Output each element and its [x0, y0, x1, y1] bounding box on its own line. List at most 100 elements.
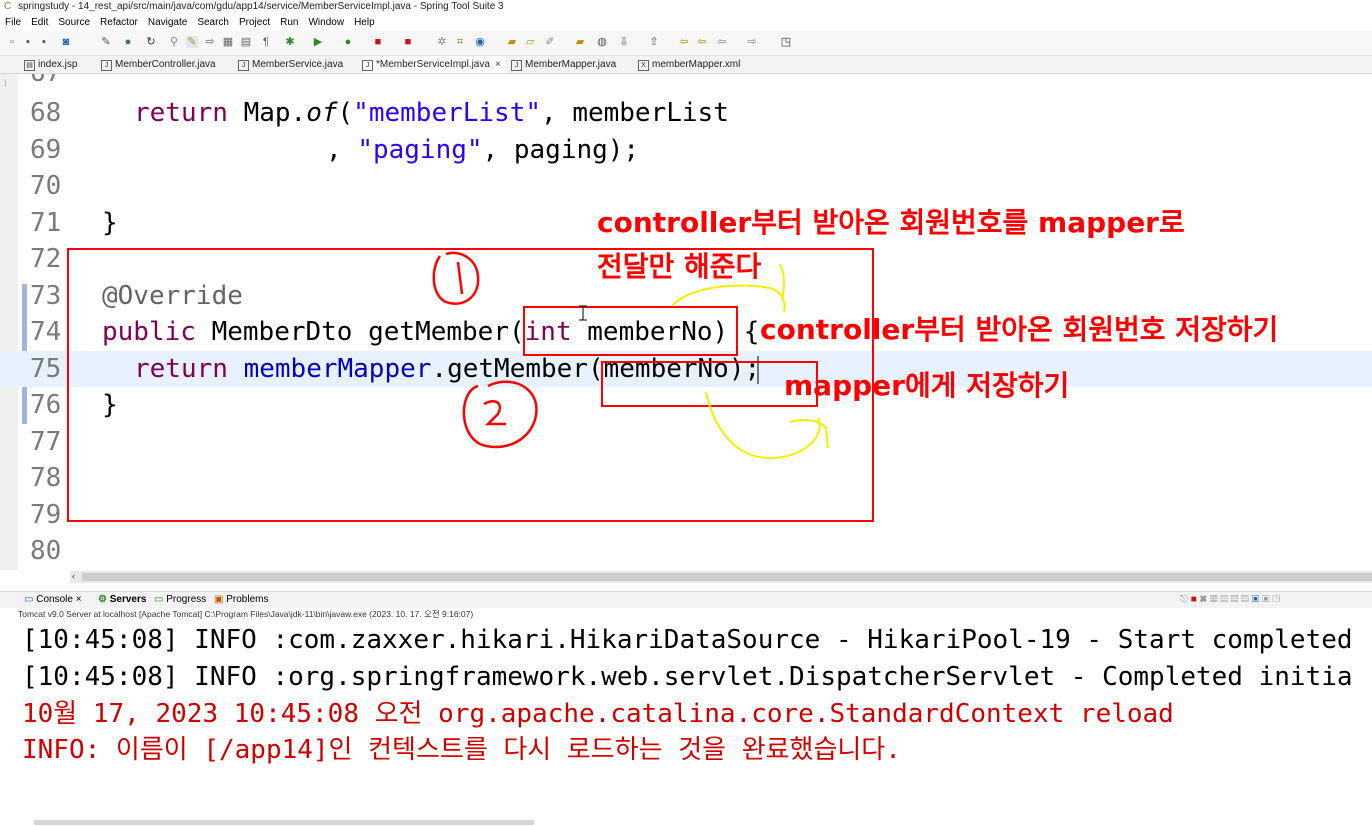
menu-search[interactable]: Search: [192, 14, 234, 31]
java-file-icon: J: [101, 60, 112, 71]
back-arrow-icon[interactable]: ⇦: [716, 36, 728, 48]
line-number: 74: [30, 317, 62, 347]
console-line: [10:45:08] INFO :com.zaxxer.hikari.Hikar…: [22, 625, 1353, 655]
stop-icon[interactable]: ■: [372, 36, 384, 48]
debug-icon[interactable]: ●: [122, 36, 134, 48]
menu-file[interactable]: File: [0, 14, 26, 31]
menu-help[interactable]: Help: [349, 14, 380, 31]
close-icon[interactable]: ×: [76, 594, 82, 605]
block-select-icon[interactable]: ▦: [222, 36, 234, 48]
previous-edit-icon[interactable]: ⇧: [648, 36, 660, 48]
open-folder-icon[interactable]: ▰: [506, 36, 518, 48]
remove-launch-icon[interactable]: ⎋: [1180, 594, 1188, 605]
editor-tab-bar: ▤ index.jsp J MemberController.java J Membe…: [0, 56, 1372, 74]
menu-project[interactable]: Project: [234, 14, 275, 31]
scroll-left-icon[interactable]: ‹: [72, 571, 75, 581]
line-number: 73: [30, 281, 62, 311]
save-icon[interactable]: ▪: [22, 36, 34, 48]
run-external-icon[interactable]: ●: [342, 36, 354, 48]
code-line-68[interactable]: return Map.of("memberList", memberList: [134, 95, 729, 131]
tab-member-controller[interactable]: J MemberController.java: [101, 56, 216, 73]
java-file-icon: J: [238, 60, 249, 71]
servers-icon: ⚙: [98, 594, 107, 605]
line-number: 72: [30, 244, 62, 274]
window-title-bar: Cspringstudy - 14_rest_api/src/main/java…: [0, 0, 1372, 14]
open-file-icon[interactable]: ▱: [524, 36, 536, 48]
menu-navigate[interactable]: Navigate: [143, 14, 192, 31]
tab-progress[interactable]: ▭ Progress: [154, 592, 206, 608]
last-edit-icon[interactable]: ⇦: [678, 36, 690, 48]
remove-all-icon[interactable]: ✖: [1200, 594, 1208, 605]
bug-icon[interactable]: ✱: [284, 36, 296, 48]
spring-tool-suite-icon: C: [4, 1, 12, 12]
tab-member-mapper-xml[interactable]: XmemberMapper.xml: [638, 56, 740, 73]
java-file-icon: J: [362, 60, 373, 71]
new-icon[interactable]: ▫: [6, 36, 18, 48]
next-annotation-icon[interactable]: ⇨: [204, 36, 216, 48]
jsp-file-icon: ▤: [24, 60, 35, 71]
tab-member-mapper[interactable]: J MemberMapper.java: [511, 56, 616, 73]
next-edit-icon[interactable]: ⇩: [618, 36, 630, 48]
refresh-icon[interactable]: ↻: [145, 36, 157, 48]
window-title: springstudy - 14_rest_api/src/main/java/…: [18, 1, 504, 12]
toggle-mark-icon[interactable]: ✎: [100, 36, 112, 48]
menu-edit[interactable]: Edit: [26, 14, 53, 31]
globe-icon[interactable]: ◍: [596, 36, 608, 48]
deploy-icon[interactable]: ■: [402, 36, 414, 48]
forward-arrow-icon[interactable]: ⇨: [746, 36, 758, 48]
pin-icon[interactable]: ⚲: [168, 36, 180, 48]
editor-horizontal-scrollbar[interactable]: ‹: [70, 571, 1372, 583]
line-number: 76: [30, 390, 62, 420]
console-icon: ▭: [24, 594, 34, 605]
ruler-marker-icon: ⁞: [4, 78, 7, 88]
tab-member-service[interactable]: J MemberService.java: [238, 56, 343, 73]
code-line-71[interactable]: }: [102, 205, 118, 241]
save-all-icon[interactable]: ▪: [38, 36, 50, 48]
line-number: 68: [30, 98, 62, 128]
open-console-icon[interactable]: ▣: [1262, 594, 1270, 605]
tab-problems[interactable]: ▣ Problems: [214, 592, 268, 608]
menu-window[interactable]: Window: [303, 14, 349, 31]
annotation-note-mapper-pass: controller부터 받아온 회원번호를 mapper로: [597, 206, 1185, 239]
console-tab-bar: ▭ Console × ⚙ Servers ▭ Progress ▣ Probl…: [0, 591, 1372, 608]
code-line-69[interactable]: , "paging", paging);: [326, 132, 639, 168]
maximize-icon[interactable]: ◳: [780, 36, 792, 48]
minimize-icon[interactable]: ◳: [1272, 594, 1280, 605]
run-icon[interactable]: ▶: [312, 36, 324, 48]
pilcrow-icon[interactable]: ¶: [260, 36, 272, 48]
console-line: INFO: 이름이 [/app14]인 컨텍스트를 다시 로드하는 것을 완료했…: [22, 735, 901, 765]
clear-console-icon[interactable]: ▦: [1210, 594, 1218, 605]
display-console-icon[interactable]: ▣: [1252, 594, 1260, 605]
console-scrollbar[interactable]: [34, 820, 534, 825]
tab-member-service-impl[interactable]: J *MemberServiceImpl.java ×: [362, 56, 505, 73]
show-whitespace-icon[interactable]: ▤: [240, 36, 252, 48]
scroll-lock-icon[interactable]: ▤: [1220, 594, 1228, 605]
open-type-icon[interactable]: ◙: [60, 36, 72, 48]
back-icon[interactable]: ⇦: [696, 36, 708, 48]
tab-console[interactable]: ▭ Console ×: [24, 592, 82, 608]
scrollbar-thumb[interactable]: [82, 573, 1372, 581]
close-icon[interactable]: ×: [495, 59, 501, 70]
tab-servers[interactable]: ⚙ Servers: [98, 592, 146, 608]
console-line: [10:45:08] INFO :org.springframework.web…: [22, 662, 1353, 692]
console-action-icons[interactable]: ⎋ ■ ✖ ▦ ▤ ▤ ▤ ▣ ▣ ◳: [1180, 592, 1280, 608]
word-wrap-icon[interactable]: ▤: [1231, 594, 1239, 605]
line-number: 75: [30, 354, 62, 384]
console-process-info: Tomcat v9.0 Server at localhost [Apache …: [18, 609, 474, 619]
highlight-icon[interactable]: ✎: [186, 36, 198, 48]
problems-icon: ▣: [214, 594, 224, 605]
menu-source[interactable]: Source: [53, 14, 95, 31]
tab-index-jsp[interactable]: ▤ index.jsp: [24, 56, 77, 73]
menu-refactor[interactable]: Refactor: [95, 14, 143, 31]
pin-console-icon[interactable]: ▤: [1241, 594, 1249, 605]
line-number: 67: [30, 74, 64, 91]
new-java-icon[interactable]: ✲: [436, 36, 448, 48]
menu-run[interactable]: Run: [275, 14, 303, 31]
line-number: 71: [30, 208, 62, 238]
new-package-icon[interactable]: ⌗: [454, 36, 466, 48]
terminate-icon[interactable]: ■: [1191, 594, 1197, 605]
new-class-icon[interactable]: ◉: [474, 36, 486, 48]
editor-left-ruler: [0, 74, 18, 570]
open-task-icon[interactable]: ▰: [574, 36, 586, 48]
search-icon[interactable]: ✐: [544, 36, 556, 48]
